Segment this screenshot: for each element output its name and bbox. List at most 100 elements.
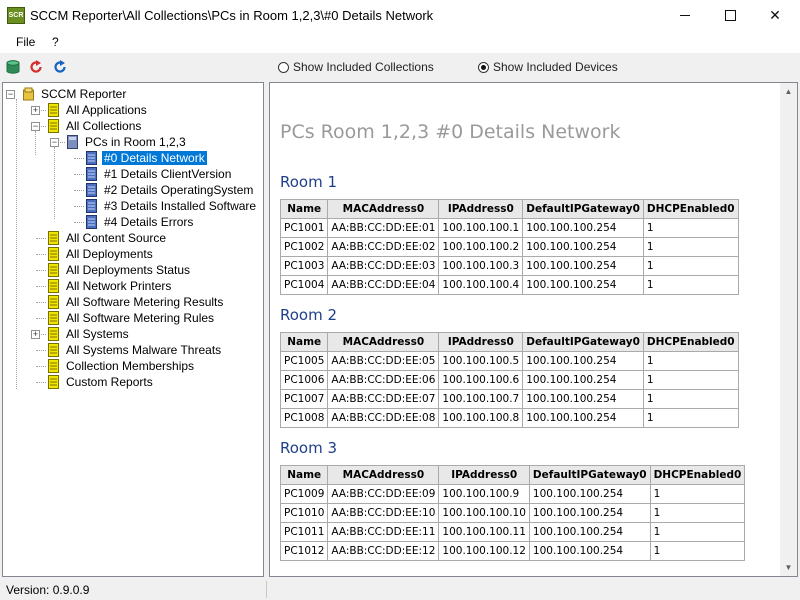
maximize-button[interactable] — [707, 0, 753, 31]
tree-item[interactable]: Collection Memberships — [48, 358, 196, 374]
table-row: PC1006 AA:BB:CC:DD:EE:06 100.100.100.6 100.… — [279, 370, 739, 390]
tree-connector — [74, 222, 84, 223]
table-cell: 100.100.100.12 — [438, 541, 530, 561]
table-row: PC1010 AA:BB:CC:DD:EE:10 100.100.100.10 100… — [279, 503, 746, 523]
menu-help[interactable]: ? — [52, 35, 59, 49]
column-header: MACAddress0 — [327, 199, 440, 219]
table-cell: 100.100.100.254 — [528, 484, 651, 504]
tree-item[interactable]: All Systems — [48, 326, 131, 342]
tree-item[interactable]: All Network Printers — [48, 278, 173, 294]
table-cell: 100.100.100.1 — [438, 218, 524, 238]
version-label: Version: 0.9.0.9 — [6, 583, 90, 597]
tree-item[interactable]: All Collections — [48, 118, 143, 134]
menu-bar: File ? — [0, 31, 800, 53]
database-icon[interactable] — [6, 60, 20, 74]
scroll-up-arrow-icon[interactable]: ▲ — [780, 83, 797, 100]
column-header: Name — [279, 332, 329, 352]
tree-collapse-icon[interactable]: − — [6, 90, 15, 99]
table-cell: AA:BB:CC:DD:EE:04 — [327, 275, 440, 295]
tree-item[interactable]: All Software Metering Results — [48, 294, 225, 310]
tree-item[interactable]: All Software Metering Rules — [48, 310, 216, 326]
tree-item[interactable]: All Systems Malware Threats — [48, 342, 223, 358]
radio-collections-circle[interactable] — [278, 61, 289, 73]
tree-expand-icon[interactable]: + — [31, 330, 40, 339]
tree-item-label: #2 Details OperatingSystem — [104, 183, 254, 197]
tree-expand-icon[interactable]: + — [31, 106, 40, 115]
minimize-button[interactable] — [662, 0, 708, 31]
table-cell: AA:BB:CC:DD:EE:01 — [327, 218, 440, 238]
tree-connector — [36, 270, 46, 271]
column-header: MACAddress0 — [327, 465, 440, 485]
table-header-row: Name MACAddress0 IPAddress0 DefaultIPGatewa… — [279, 199, 739, 219]
tree-item[interactable]: #2 Details OperatingSystem — [86, 182, 255, 198]
tree-item-label: Collection Memberships — [66, 359, 195, 373]
vertical-scrollbar[interactable]: ▲ ▼ — [780, 83, 797, 576]
refresh-red-icon[interactable] — [29, 60, 43, 74]
table-cell: 1 — [642, 370, 739, 390]
tree-collapse-icon[interactable]: − — [31, 122, 40, 131]
tree-connector — [36, 302, 46, 303]
column-header: IPAddress0 — [438, 465, 530, 485]
tree-collapse-icon[interactable]: − — [50, 138, 59, 147]
table-row: PC1004 AA:BB:CC:DD:EE:04 100.100.100.4 100.… — [279, 275, 739, 295]
table-cell: 100.100.100.254 — [528, 522, 651, 542]
tree-pane[interactable]: − SCCM Reporter + All Applications − All Coll… — [2, 82, 264, 577]
radio-devices-circle[interactable] — [478, 61, 489, 73]
tree-item-label: All Deployments Status — [66, 263, 191, 277]
table-cell: PC1010 — [279, 503, 329, 523]
table-cell: 100.100.100.9 — [438, 484, 530, 504]
radio-show-devices[interactable]: Show Included Devices — [478, 60, 618, 74]
tree-item[interactable]: All Content Source — [48, 230, 168, 246]
root-icon — [23, 87, 34, 101]
table-cell: PC1008 — [279, 408, 329, 428]
table-cell: 1 — [642, 408, 739, 428]
tree-guide-line — [35, 131, 36, 155]
tree-item-label: All Content Source — [66, 231, 167, 245]
table-cell: 1 — [642, 351, 739, 371]
column-header: DefaultIPGateway0 — [522, 199, 644, 219]
close-button[interactable]: ✕ — [752, 0, 798, 31]
device-report-icon — [86, 151, 97, 165]
minimize-icon — [680, 15, 690, 16]
device-report-icon — [86, 199, 97, 213]
report-icon — [48, 375, 59, 389]
table-row: PC1011 AA:BB:CC:DD:EE:11 100.100.100.11 100… — [279, 522, 746, 542]
scroll-down-arrow-icon[interactable]: ▼ — [780, 559, 797, 576]
column-header: DHCPEnabled0 — [642, 199, 739, 219]
tree-connector — [36, 366, 46, 367]
column-header: Name — [279, 465, 329, 485]
tree-item[interactable]: #1 Details ClientVersion — [86, 166, 233, 182]
table-cell: 1 — [642, 275, 739, 295]
tree-item[interactable]: Custom Reports — [48, 374, 155, 390]
table-cell: 100.100.100.254 — [522, 218, 644, 238]
tree-item-label: All Software Metering Rules — [66, 311, 215, 325]
menu-file[interactable]: File — [16, 35, 35, 49]
column-header: MACAddress0 — [327, 332, 440, 352]
tree-item[interactable]: #4 Details Errors — [86, 214, 195, 230]
tree-item[interactable]: SCCM Reporter — [23, 86, 128, 102]
table-cell: 100.100.100.5 — [438, 351, 524, 371]
refresh-blue-icon[interactable] — [53, 60, 67, 74]
table-header-row: Name MACAddress0 IPAddress0 DefaultIPGatewa… — [279, 465, 746, 485]
radio-show-collections[interactable]: Show Included Collections — [278, 60, 434, 74]
tree-item[interactable]: PCs in Room 1,2,3 — [67, 134, 188, 150]
table-cell: 100.100.100.3 — [438, 256, 524, 276]
tree-item[interactable]: All Deployments — [48, 246, 155, 262]
tree-item[interactable]: All Applications — [48, 102, 149, 118]
table-cell: AA:BB:CC:DD:EE:12 — [327, 541, 440, 561]
tree-item[interactable]: #3 Details Installed Software — [86, 198, 258, 214]
tree-connector — [36, 254, 46, 255]
table-cell: PC1002 — [279, 237, 329, 257]
room-table: Name MACAddress0 IPAddress0 DefaultIPGatewa… — [279, 332, 739, 428]
tree-item-label: All Applications — [66, 103, 147, 117]
table-cell: 100.100.100.254 — [522, 256, 644, 276]
content-pane[interactable]: PCs Room 1,2,3 #0 Details Network ▲ ▼ Ro… — [269, 82, 798, 577]
table-cell: PC1009 — [279, 484, 329, 504]
table-cell: 100.100.100.254 — [528, 541, 651, 561]
tree-item[interactable]: #0 Details Network — [86, 150, 207, 166]
table-cell: PC1004 — [279, 275, 329, 295]
column-header: DefaultIPGateway0 — [522, 332, 644, 352]
tree-item[interactable]: All Deployments Status — [48, 262, 192, 278]
table-cell: 1 — [642, 237, 739, 257]
report-icon — [48, 343, 59, 357]
